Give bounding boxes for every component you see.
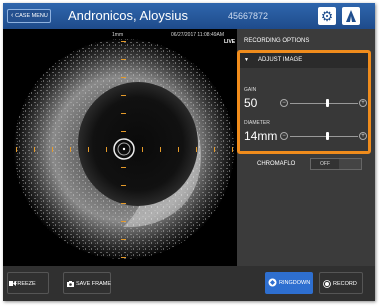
case-menu-label: CASE MENU [15,13,48,19]
gain-value: 50 [244,96,258,110]
plus-icon: + [361,133,365,139]
catheter-button[interactable] [342,7,360,25]
ringdown-button[interactable]: RINGDOWN [265,272,313,294]
gain-plus-button[interactable]: + [359,99,367,107]
header-bar: ‹ CASE MENU Andronicos, Aloysius 4566787… [3,3,375,29]
record-button[interactable]: RECORD [319,272,363,294]
scale-label: 1mm [112,32,124,38]
save-frame-button[interactable]: SAVE FRAME [63,272,111,294]
gain-slider-knob[interactable] [325,99,329,107]
ivus-console: ‹ CASE MENU Andronicos, Aloysius 4566787… [3,3,375,301]
camera-icon [67,281,74,287]
freeze-button[interactable]: FREEZE [7,272,49,294]
adjust-image-title: ADJUST IMAGE [258,57,303,63]
date-time: 06/27/2017 11:08:49AM [171,32,225,38]
diameter-value: 14mm [244,129,278,143]
chromaflo-toggle[interactable]: OFF [310,158,362,170]
adjust-image-header[interactable]: ▼ ADJUST IMAGE [240,53,368,68]
diameter-plus-button[interactable]: + [359,132,367,140]
chromaflo-state: OFF [311,159,339,169]
record-icon [323,280,331,288]
ringdown-icon [268,278,277,287]
gain-slider-track[interactable] [290,103,358,104]
patient-name: Andronicos, Aloysius [68,8,188,23]
save-frame-label: SAVE FRAME [76,281,112,287]
minus-icon: − [282,100,286,106]
ringdown-label: RINGDOWN [279,280,311,286]
diameter-slider-track[interactable] [290,136,358,137]
gain-label: GAIN [244,87,257,93]
freeze-label: FREEZE [14,281,36,287]
bottom-toolbar: FREEZE SAVE FRAME RINGDOWN RECORD [3,266,375,301]
plus-icon: + [361,100,365,106]
diameter-label: DIAMETER [244,120,270,126]
patient-id: 45667872 [228,11,269,21]
recording-options-heading[interactable]: RECORDING OPTIONS [244,38,309,44]
record-label: RECORD [333,281,357,287]
live-indicator: LIVE [224,39,236,45]
ivus-image-view[interactable]: 1mm 06/27/2017 11:08:49AM LIVE [3,29,237,266]
minus-icon: − [282,133,286,139]
chromaflo-label: CHROMAFLO [257,161,296,167]
case-menu-button[interactable]: ‹ CASE MENU [7,9,51,23]
ivus-cross-section [14,39,234,259]
gear-icon: ⚙ [320,8,334,24]
freeze-icon [9,281,16,286]
catheter-icon [346,10,356,22]
adjust-image-panel: ▼ ADJUST IMAGE GAIN 50 − + DIAMETER 14mm… [237,50,371,154]
chevron-left-icon: ‹ [11,12,14,19]
triangle-down-icon: ▼ [244,57,249,63]
diameter-minus-button[interactable]: − [280,132,288,140]
diameter-slider-knob[interactable] [325,132,329,140]
gain-minus-button[interactable]: − [280,99,288,107]
settings-button[interactable]: ⚙ [318,7,336,25]
